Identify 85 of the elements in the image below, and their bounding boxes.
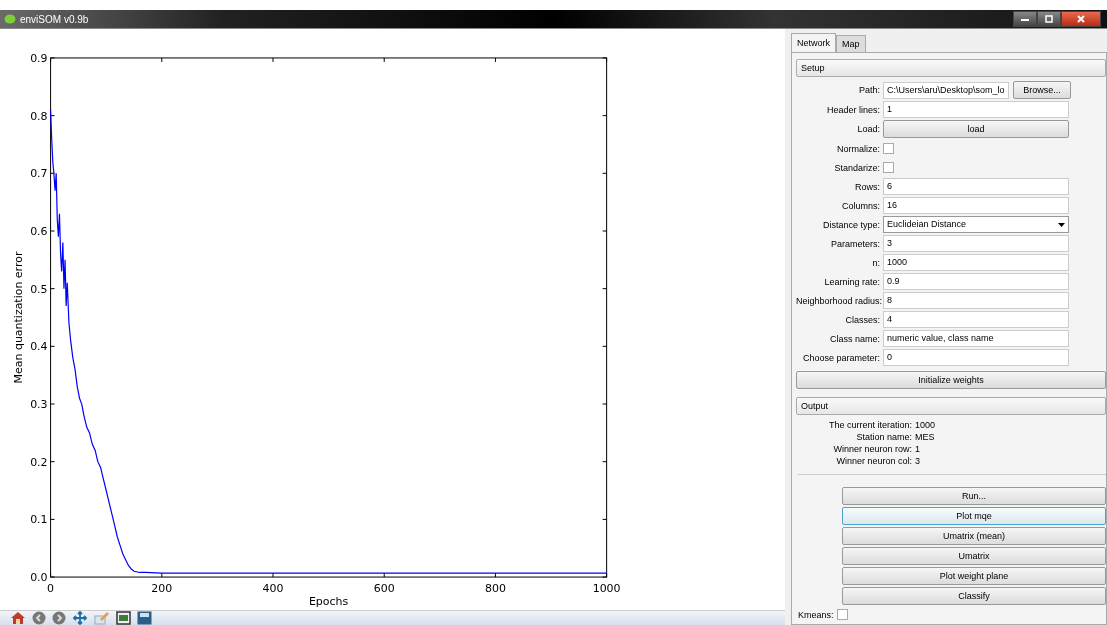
field-label: Path: — [858, 85, 880, 95]
tab[interactable]: Map — [836, 35, 866, 52]
x-tick-label: 400 — [262, 582, 284, 596]
app-icon — [4, 14, 16, 24]
output-value: 1000 — [915, 420, 937, 430]
output-label: Station name: — [855, 432, 912, 442]
save-icon[interactable] — [137, 611, 152, 625]
output-label: Winner neuron row: — [832, 444, 912, 454]
input-field[interactable]: 0.9 — [883, 273, 1069, 290]
checkbox[interactable] — [883, 162, 894, 173]
action-button[interactable]: Plot mqe — [842, 507, 1106, 525]
action-button[interactable]: Plot weight plane — [842, 567, 1106, 585]
field-label: Load: — [856, 124, 880, 134]
minimize-button[interactable] — [1013, 11, 1037, 27]
input-field[interactable]: 0 — [883, 349, 1069, 366]
input-field[interactable]: 4 — [883, 311, 1069, 328]
initialize-button[interactable]: Initialize weights — [796, 371, 1106, 389]
path-field[interactable]: C:\Users\aru\Desktop\som_lo — [883, 81, 1009, 99]
checkbox[interactable] — [883, 143, 894, 154]
input-field[interactable]: 1000 — [883, 254, 1069, 271]
browse-button[interactable]: Browse... — [1013, 81, 1071, 99]
maximize-button[interactable] — [1037, 11, 1061, 27]
tab[interactable]: Network — [791, 33, 836, 52]
y-axis-label: Mean quantization error — [11, 251, 25, 384]
home-icon[interactable] — [10, 611, 26, 625]
x-tick-label: 1000 — [592, 582, 621, 596]
output-label: Winner neuron col: — [835, 456, 912, 466]
distance-dropdown[interactable]: Euclideian Distance — [883, 216, 1069, 233]
field-label: Header lines: — [825, 104, 880, 115]
maximize-icon — [1044, 15, 1054, 23]
checkbox[interactable] — [836, 609, 848, 620]
field-label: Choose parameter: — [801, 352, 880, 363]
field-label: Neighborhood radius: — [796, 295, 880, 306]
output-value: 1 — [915, 444, 921, 454]
section-header: Output — [796, 397, 1106, 415]
output-label: The current iteration: — [827, 420, 912, 430]
field-label: Distance type: — [821, 219, 880, 230]
y-tick-label: 0.5 — [30, 282, 48, 296]
field-label: n: — [871, 257, 880, 268]
x-axis-label: Epochs — [308, 595, 349, 608]
y-tick-label: 0.8 — [30, 109, 48, 123]
window-title: enviSOM v0.9b — [20, 13, 89, 25]
back-icon[interactable] — [32, 611, 46, 625]
action-button[interactable]: Classify — [842, 587, 1106, 605]
minimize-icon — [1020, 16, 1030, 22]
field-label: Kmeans: — [798, 609, 834, 620]
field-label: Classes: — [844, 314, 880, 325]
forward-icon[interactable] — [52, 611, 66, 625]
input-field[interactable]: 8 — [883, 292, 1069, 309]
field-label: Normalize: — [836, 143, 880, 154]
action-button[interactable]: Run... — [842, 487, 1106, 505]
y-tick-label: 0.2 — [30, 455, 48, 469]
field-label: Class name: — [828, 333, 880, 344]
field-label: Learning rate: — [823, 276, 880, 287]
y-tick-label: 0.9 — [30, 51, 48, 65]
close-icon — [1076, 15, 1086, 23]
x-tick-label: 800 — [484, 582, 506, 596]
input-field[interactable]: 1 — [883, 101, 1069, 118]
y-tick-label: 0.3 — [30, 398, 48, 411]
output-value: MES — [915, 432, 936, 442]
x-tick-label: 600 — [373, 582, 395, 596]
x-tick-label: 0 — [47, 582, 55, 596]
x-tick-label: 200 — [151, 582, 173, 596]
move-icon[interactable] — [72, 611, 88, 625]
field-label: Parameters: — [829, 238, 880, 249]
input-field[interactable]: 16 — [883, 197, 1069, 214]
y-tick-label: 0.4 — [30, 340, 48, 354]
caret-icon — [1058, 222, 1065, 227]
action-button[interactable]: Umatrix — [842, 547, 1106, 565]
section-header: Setup — [796, 59, 1106, 77]
input-field[interactable]: 6 — [883, 178, 1069, 195]
y-tick-label: 0.6 — [30, 225, 48, 238]
input-field[interactable]: numeric value, class name — [883, 330, 1069, 347]
load-button[interactable]: load — [883, 120, 1069, 138]
output-value: 3 — [915, 456, 921, 466]
y-tick-label: 0.0 — [30, 571, 48, 585]
field-label: Standarize: — [833, 162, 880, 173]
field-label: Columns: — [841, 200, 880, 211]
field-label: Rows: — [854, 181, 880, 192]
input-field[interactable]: 3 — [883, 235, 1069, 252]
action-button[interactable]: Umatrix (mean) — [842, 527, 1106, 545]
y-tick-label: 0.7 — [30, 167, 48, 181]
subplots-icon[interactable] — [116, 611, 131, 625]
y-tick-label: 0.1 — [30, 513, 48, 527]
close-button[interactable] — [1061, 11, 1101, 27]
